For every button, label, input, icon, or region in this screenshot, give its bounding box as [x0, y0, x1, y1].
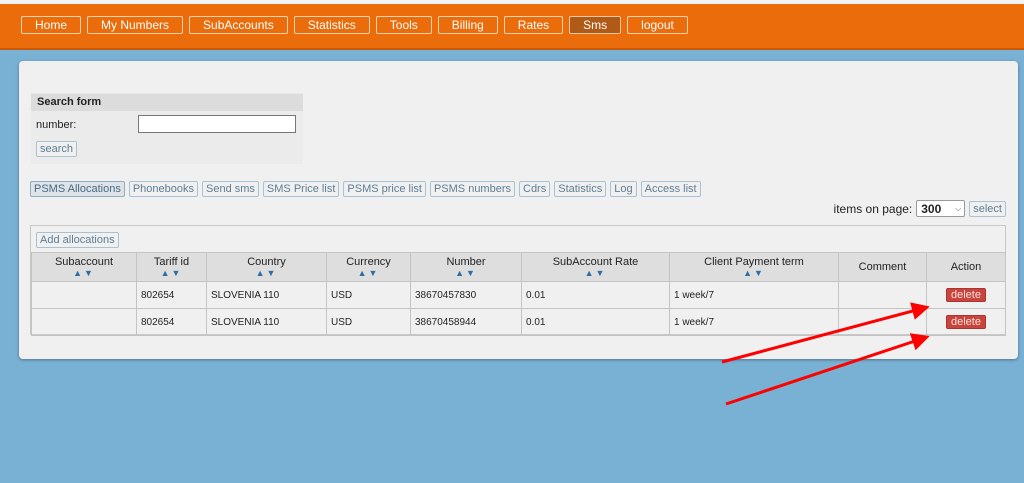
sms-subtabs: PSMS Allocations Phonebooks Send sms SMS Pr…	[30, 181, 701, 197]
column-header[interactable]: Number ▲▼	[410, 252, 522, 282]
number-label: number:	[36, 119, 77, 131]
items-per-page-select[interactable]: 300 ⌵	[916, 200, 966, 217]
tab-send-sms[interactable]: Send sms	[202, 181, 259, 197]
cell-currency: USD	[326, 308, 411, 336]
cell-comment	[838, 281, 927, 309]
items-per-page: items on page: 300 ⌵ select	[834, 200, 1006, 217]
cell-payment-term: 1 week/7	[669, 308, 839, 336]
column-header: Action	[926, 252, 1006, 282]
sort-arrows-icon[interactable]: ▲▼	[207, 268, 326, 278]
tab-access-list[interactable]: Access list	[640, 181, 701, 197]
column-header-label: SubAccount Rate	[552, 256, 639, 268]
table-toolbar: Add allocations	[31, 226, 1005, 252]
nav-item-sms[interactable]: Sms	[569, 16, 622, 34]
cell-action: delete	[926, 308, 1006, 336]
add-allocations-button[interactable]: Add allocations	[36, 232, 119, 248]
cell-number: 38670458944	[410, 308, 522, 336]
table-body: 802654 SLOVENIA 110 USD 38670457830 0.01 1 we…	[31, 281, 1006, 336]
cell-rate: 0.01	[521, 281, 670, 309]
sort-arrows-icon[interactable]: ▲▼	[522, 268, 669, 278]
table-row: 802654 SLOVENIA 110 USD 38670457830 0.01 1 we…	[31, 281, 1006, 309]
table-row: 802654 SLOVENIA 110 USD 38670458944 0.01 1 we…	[31, 308, 1006, 336]
sort-arrows-icon[interactable]: ▲▼	[411, 268, 521, 278]
chevron-down-icon: ⌵	[955, 203, 962, 213]
column-header-label: Currency	[346, 256, 391, 268]
column-header-label: Client Payment term	[704, 256, 804, 268]
column-header-label: Country	[247, 256, 286, 268]
nav-item-home[interactable]: Home	[21, 16, 82, 34]
nav-item-my-numbers[interactable]: My Numbers	[87, 16, 184, 34]
allocations-table-panel: Add allocations Subaccount ▲▼ Tariff id ▲▼ C…	[30, 225, 1006, 336]
tab-log[interactable]: Log	[610, 181, 637, 197]
cell-currency: USD	[326, 281, 411, 309]
nav-item-subaccounts[interactable]: SubAccounts	[189, 16, 288, 34]
tab-psms-price-list[interactable]: PSMS price list	[343, 181, 426, 197]
table-header-row: Subaccount ▲▼ Tariff id ▲▼ Country ▲▼ Currency…	[31, 252, 1006, 282]
column-header-label: Comment	[858, 261, 907, 273]
sort-arrows-icon[interactable]: ▲▼	[137, 268, 206, 278]
delete-button[interactable]: delete	[946, 288, 986, 302]
tab-sms-price-list[interactable]: SMS Price list	[262, 181, 340, 197]
tab-cdrs[interactable]: Cdrs	[519, 181, 551, 197]
browser-strip	[0, 0, 1024, 4]
column-header-label: Tariff id	[153, 256, 190, 268]
number-input[interactable]	[138, 115, 296, 133]
column-header[interactable]: Tariff id ▲▼	[136, 252, 207, 282]
main-nav: Home My Numbers SubAccounts Statistics Tools…	[21, 16, 688, 34]
cell-tariff-id: 802654	[136, 281, 207, 309]
tab-psms-allocations[interactable]: PSMS Allocations	[30, 181, 125, 197]
search-button[interactable]: search	[36, 141, 78, 157]
search-form: Search form number: search	[31, 93, 303, 164]
nav-item-billing[interactable]: Billing	[437, 16, 498, 34]
select-button[interactable]: select	[969, 200, 1006, 217]
tab-phonebooks[interactable]: Phonebooks	[128, 181, 198, 197]
search-form-title: Search form	[31, 93, 303, 111]
cell-rate: 0.01	[521, 308, 670, 336]
column-header-label: Subaccount	[54, 256, 114, 268]
column-header: Comment	[838, 252, 927, 282]
sort-arrows-icon[interactable]: ▲▼	[327, 268, 410, 278]
cell-subaccount	[31, 281, 137, 309]
delete-button[interactable]: delete	[946, 315, 986, 329]
nav-item-statistics[interactable]: Statistics	[293, 16, 370, 34]
sort-arrows-icon[interactable]: ▲▼	[670, 268, 838, 278]
cell-payment-term: 1 week/7	[669, 281, 839, 309]
cell-country: SLOVENIA 110	[206, 308, 327, 336]
nav-item-tools[interactable]: Tools	[375, 16, 432, 34]
cell-subaccount	[31, 308, 137, 336]
cell-action: delete	[926, 281, 1006, 309]
main-panel: Search form number: search PSMS Allocati…	[19, 61, 1018, 359]
tab-psms-numbers[interactable]: PSMS numbers	[429, 181, 515, 197]
column-header[interactable]: Currency ▲▼	[326, 252, 411, 282]
allocations-table: Subaccount ▲▼ Tariff id ▲▼ Country ▲▼ Currency…	[31, 252, 1006, 336]
tab-statistics[interactable]: Statistics	[554, 181, 607, 197]
cell-comment	[838, 308, 927, 336]
top-nav-bar: Home My Numbers SubAccounts Statistics Tools…	[0, 0, 1024, 50]
cell-tariff-id: 802654	[136, 308, 207, 336]
column-header[interactable]: SubAccount Rate ▲▼	[521, 252, 670, 282]
items-per-page-label: items on page:	[833, 201, 913, 216]
cell-number: 38670457830	[410, 281, 522, 309]
column-header[interactable]: Client Payment term ▲▼	[669, 252, 839, 282]
sort-arrows-icon[interactable]: ▲▼	[32, 268, 136, 278]
column-header-label: Action	[950, 261, 982, 273]
cell-country: SLOVENIA 110	[206, 281, 327, 309]
column-header[interactable]: Country ▲▼	[206, 252, 327, 282]
nav-item-rates[interactable]: Rates	[503, 16, 564, 34]
nav-item-logout[interactable]: logout	[627, 16, 688, 34]
items-per-page-value: 300	[921, 201, 942, 216]
column-header-label: Number	[446, 256, 486, 268]
column-header[interactable]: Subaccount ▲▼	[31, 252, 137, 282]
